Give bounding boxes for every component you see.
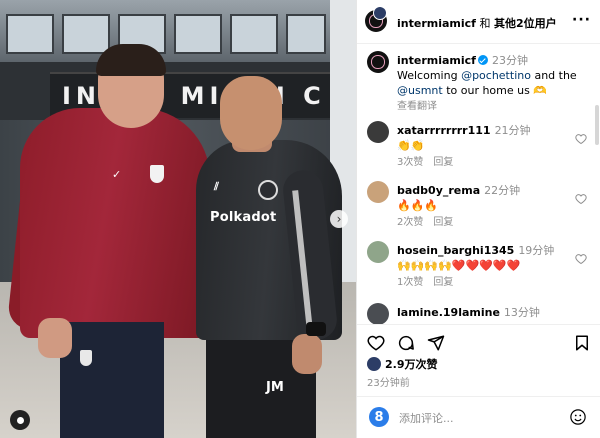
see-translation-link[interactable]: 查看翻译: [397, 101, 437, 112]
person-left-hand: [38, 318, 72, 358]
tagged-users-button[interactable]: [10, 410, 30, 430]
caption: intermiamicf 23分钟 Welcoming @pochettino a…: [357, 45, 600, 112]
bookmark-icon[interactable]: [573, 334, 591, 352]
window: [62, 14, 110, 54]
comment-username[interactable]: xatarrrrrrrr111: [397, 124, 491, 137]
commenter-avatar[interactable]: [367, 241, 389, 263]
comment-meta: 2次赞 回复: [397, 213, 463, 228]
comment: lamine.19lamine 13分钟: [357, 297, 600, 325]
share-icon[interactable]: [427, 334, 445, 352]
watch-icon: [306, 322, 326, 336]
comment-time: 22分钟: [484, 184, 521, 197]
post-photo[interactable]: INTER MIAMI C ✓ ⫽ Polkadot JM ›: [0, 0, 356, 438]
comment-text: xatarrrrrrrr111 21分钟 👏👏: [397, 123, 577, 153]
post-authors: intermiamicf 和 其他2位用户: [397, 15, 557, 31]
caption-text-before: Welcoming: [397, 69, 462, 82]
comment-likes[interactable]: 2次赞: [397, 217, 423, 228]
author-username[interactable]: intermiamicf: [397, 17, 476, 30]
window: [286, 14, 326, 54]
verified-badge-icon: [477, 55, 488, 65]
person-right-hand: [292, 334, 322, 374]
comment-meta: 3次赞 回复: [397, 153, 463, 168]
heart-icon[interactable]: [575, 193, 587, 205]
crest-icon: [371, 55, 385, 69]
person-left-pants: [60, 322, 164, 438]
inter-miami-crest-icon: [258, 180, 278, 200]
reply-button[interactable]: 回复: [433, 217, 453, 228]
usa-crest-icon: [150, 165, 164, 183]
caption-text-after: to our home us 🫶: [442, 84, 548, 97]
caption-text-middle: and the: [530, 69, 577, 82]
swoosh-logo-icon: ✓: [112, 168, 122, 181]
comment-time: 19分钟: [518, 244, 555, 257]
heart-icon[interactable]: [367, 334, 385, 352]
comment-text: badb0y_rema 22分钟 🔥🔥🔥: [397, 183, 577, 213]
next-photo-button[interactable]: ›: [330, 210, 348, 228]
action-bar: [357, 324, 600, 358]
commenter-avatar[interactable]: [367, 303, 389, 325]
comment-body: 👏👏: [397, 139, 425, 152]
author-avatar[interactable]: [367, 51, 389, 73]
jersey-initials: JM: [266, 380, 284, 395]
comment: badb0y_rema 22分钟 🔥🔥🔥 2次赞 回复: [357, 175, 600, 231]
window: [230, 14, 278, 54]
comment-time: 13分钟: [503, 306, 540, 319]
window: [174, 14, 222, 54]
comment-likes[interactable]: 3次赞: [397, 157, 423, 168]
more-options-icon[interactable]: ···: [572, 12, 591, 28]
mention-link[interactable]: @usmnt: [397, 84, 443, 97]
chevron-right-icon: ›: [336, 212, 342, 226]
post-header: intermiamicf 和 其他2位用户 ···: [357, 0, 600, 44]
caption-text: intermiamicf 23分钟 Welcoming @pochettino a…: [397, 53, 577, 114]
comment-input[interactable]: [399, 408, 549, 428]
comment-username[interactable]: badb0y_rema: [397, 184, 480, 197]
collaborator-avatar[interactable]: [373, 6, 387, 20]
sponsor-text: Polkadot: [210, 210, 277, 225]
three-stripes-logo-icon: ⫽: [214, 180, 219, 193]
comment-username[interactable]: lamine.19lamine: [397, 306, 500, 319]
other-authors-link[interactable]: 其他2位用户: [494, 17, 557, 30]
mention-link[interactable]: @pochettino: [461, 69, 531, 82]
comment-likes[interactable]: 1次赞: [397, 277, 423, 288]
commenter-avatar[interactable]: [367, 181, 389, 203]
likes-row[interactable]: 2.9万次赞: [367, 356, 438, 372]
caption-username[interactable]: intermiamicf: [397, 54, 476, 67]
usa-badge-icon: [80, 350, 92, 366]
person-left-hair: [96, 44, 166, 76]
post-side-panel: intermiamicf 和 其他2位用户 ··· intermiamicf 23…: [356, 0, 600, 438]
comment-text: hosein_barghi1345 19分钟 🙌🙌🙌🙌❤️❤️❤️❤️❤️: [397, 243, 577, 273]
comments-feed[interactable]: intermiamicf 23分钟 Welcoming @pochettino a…: [357, 45, 600, 325]
reply-button[interactable]: 回复: [433, 157, 453, 168]
comment-meta: 1次赞 回复: [397, 273, 463, 288]
comment-body: 🙌🙌🙌🙌❤️❤️❤️❤️❤️: [397, 259, 521, 272]
comment-text: lamine.19lamine 13分钟: [397, 305, 577, 320]
commenter-avatar[interactable]: [367, 121, 389, 143]
liker-avatar: [367, 357, 381, 371]
comment-icon[interactable]: [397, 334, 415, 352]
authors-joiner: 和: [475, 17, 494, 30]
likes-count[interactable]: 2.9万次赞: [385, 356, 438, 372]
input-method-icon[interactable]: 8: [369, 407, 389, 427]
emoji-icon[interactable]: [569, 408, 587, 426]
person-right-head: [220, 76, 282, 150]
comment-username[interactable]: hosein_barghi1345: [397, 244, 514, 257]
caption-time: 23分钟: [491, 54, 528, 67]
person-left-jacket: [20, 108, 210, 338]
post-timestamp[interactable]: 23分钟前: [367, 374, 410, 389]
heart-icon[interactable]: [575, 253, 587, 265]
reply-button[interactable]: 回复: [433, 277, 453, 288]
comment-composer: 8: [357, 396, 600, 438]
heart-icon[interactable]: [575, 133, 587, 145]
comment: xatarrrrrrrr111 21分钟 👏👏 3次赞 回复: [357, 115, 600, 171]
comment: hosein_barghi1345 19分钟 🙌🙌🙌🙌❤️❤️❤️❤️❤️ 1次赞…: [357, 235, 600, 291]
comment-body: 🔥🔥🔥: [397, 199, 439, 212]
scrollbar[interactable]: [595, 105, 599, 145]
window: [6, 14, 54, 54]
comment-time: 21分钟: [494, 124, 531, 137]
